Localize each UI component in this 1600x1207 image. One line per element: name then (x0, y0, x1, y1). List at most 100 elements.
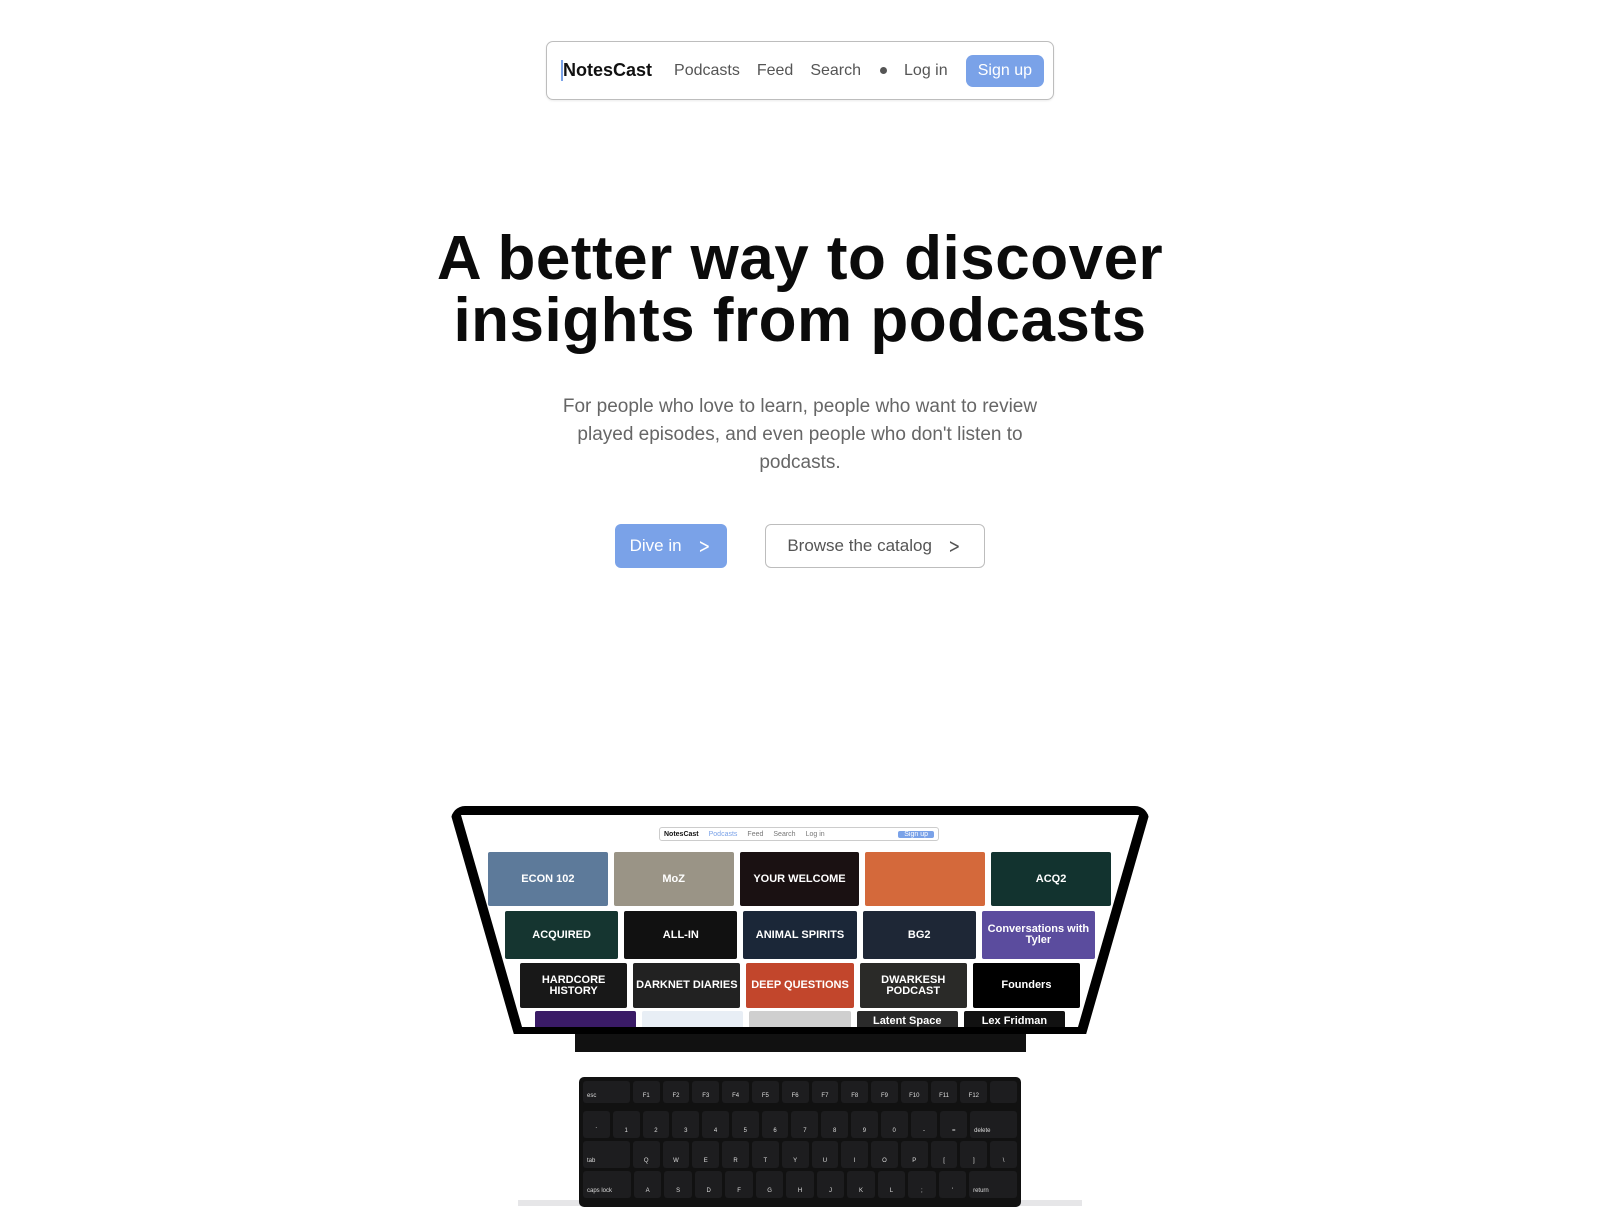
podcast-tile: Founders (972, 963, 1081, 1008)
hero-title-line2: insights from podcasts (453, 286, 1147, 355)
keyboard-key: return (969, 1171, 1018, 1198)
keyboard-key: F8 (841, 1081, 869, 1103)
keyboard-key: 7 (791, 1111, 819, 1138)
keyboard-key: 4 (702, 1111, 729, 1138)
keyboard-key (990, 1081, 1017, 1103)
keyboard-key: \ (990, 1141, 1017, 1168)
keyboard-key: F5 (751, 1081, 779, 1103)
keyboard-key: F10 (900, 1081, 928, 1103)
keyboard-key: 5 (731, 1111, 759, 1138)
keyboard-key: - (910, 1111, 938, 1138)
podcast-tile: BG2 (862, 911, 976, 959)
logo[interactable]: NotesCast (561, 60, 652, 81)
nav-search[interactable]: Search (810, 62, 861, 80)
dive-in-label: Dive in (629, 536, 682, 555)
mini-nav-login: Log in (805, 830, 825, 838)
mini-nav-podcasts: Podcasts (708, 830, 738, 838)
mini-signup: Sign up (898, 830, 934, 838)
keyboard-row: ` 1 2 3 4 5 6 7 8 9 0- = delete (583, 1111, 1017, 1138)
keyboard-key: S (664, 1171, 692, 1198)
keyboard-key: ` (583, 1111, 610, 1138)
keyboard-key: A (633, 1171, 662, 1198)
keyboard-key: F9 (871, 1081, 898, 1103)
signup-button[interactable]: Sign up (965, 54, 1044, 87)
podcast-tile: ANIMAL SPIRITS (743, 911, 857, 959)
keyboard-key: ] (960, 1141, 988, 1168)
dive-in-button[interactable]: Dive in > (615, 524, 727, 568)
keyboard-key: delete (970, 1111, 1017, 1138)
podcast-tile: Latent Space (856, 1011, 958, 1027)
keyboard-key: K (847, 1171, 875, 1198)
podcast-tile: DEEP QUESTIONS (746, 963, 854, 1008)
podcast-row: HARDCORE HISTORY DARKNET DIARIES DEEP QUES… (520, 963, 1081, 1008)
keyboard-key: U (811, 1141, 839, 1168)
keyboard-key: P (900, 1141, 928, 1168)
keyboard: esc F1 F2 F3 F4 F5 F6 F7 F8 F9 F10 F11 F12 ` 1 2 3 4 5 6 7 8 9… (579, 1077, 1021, 1207)
podcast-row: Latent Space Lex Fridman (535, 1011, 1066, 1027)
keyboard-key: F6 (781, 1081, 809, 1103)
keyboard-key: ' (938, 1171, 967, 1198)
chevron-right-icon: > (698, 534, 710, 558)
chevron-right-icon: > (948, 534, 961, 558)
podcast-tile (749, 1011, 851, 1027)
keyboard-key: Y (781, 1141, 809, 1168)
keyboard-key: 3 (672, 1111, 700, 1138)
keyboard-key: H (786, 1171, 814, 1198)
podcast-tile: ACQ2 (991, 852, 1111, 906)
podcast-tile: ALL-IN (624, 911, 738, 959)
keyboard-key: 1 (612, 1111, 640, 1138)
keyboard-key: Q (632, 1141, 660, 1168)
navbar: NotesCast Podcasts Feed Search Log in Si… (546, 41, 1054, 100)
keyboard-key: J (816, 1171, 845, 1198)
keyboard-key: W (662, 1141, 690, 1168)
keyboard-key: tab (583, 1141, 630, 1168)
hero-title: A better way to discover insights from po… (0, 228, 1600, 352)
mini-nav-feed: Feed (747, 830, 764, 838)
keyboard-key: F3 (692, 1081, 720, 1103)
keyboard-key: caps lock (583, 1171, 631, 1198)
podcast-row: ACQUIRED ALL-IN ANIMAL SPIRITS BG2 Conversat… (505, 911, 1096, 959)
keyboard-key: 9 (851, 1111, 878, 1138)
laptop-hinge (575, 1034, 1026, 1052)
nav-feed[interactable]: Feed (757, 62, 793, 80)
keyboard-key: = (940, 1111, 968, 1138)
podcast-tile: HARDCORE HISTORY (520, 963, 628, 1008)
keyboard-key: O (871, 1141, 898, 1168)
browse-catalog-label: Browse the catalog (787, 536, 932, 555)
nav-podcasts[interactable]: Podcasts (674, 62, 740, 80)
mini-logo: NotesCast (664, 830, 699, 838)
keyboard-key: 6 (761, 1111, 789, 1138)
keyboard-key: E (692, 1141, 720, 1168)
keyboard-key: F12 (960, 1081, 988, 1103)
keyboard-key: F (725, 1171, 753, 1198)
keyboard-key: 2 (642, 1111, 670, 1138)
keyboard-key: F7 (811, 1081, 839, 1103)
keyboard-row: tab Q W E R T Y U I O P[] \ (583, 1141, 1017, 1168)
keyboard-key: F1 (632, 1081, 660, 1103)
keyboard-key: 8 (821, 1111, 849, 1138)
keyboard-key: F11 (930, 1081, 958, 1103)
separator-dot-icon (880, 67, 888, 74)
podcast-tile: MoZ (613, 852, 734, 906)
mini-navbar: NotesCast Podcasts Feed Search Log in Si… (659, 827, 939, 841)
hero-subtitle: For people who love to learn, people who… (562, 396, 1038, 473)
keyboard-key: ; (908, 1171, 936, 1198)
podcast-tile: DARKNET DIARIES (633, 963, 741, 1008)
podcast-tile (642, 1011, 744, 1027)
login-link[interactable]: Log in (904, 62, 948, 80)
podcast-tile (535, 1011, 637, 1027)
podcast-tile: DWARKESH PODCAST (859, 963, 967, 1008)
keyboard-key: R (722, 1141, 749, 1168)
browse-catalog-button[interactable]: Browse the catalog > (765, 524, 985, 568)
keyboard-key: T (751, 1141, 779, 1168)
podcast-row: ECON 102 MoZ YOUR WELCOME ACQ2 (488, 852, 1111, 906)
podcast-tile: YOUR WELCOME (739, 852, 860, 906)
hero-title-line1: A better way to discover (436, 224, 1164, 293)
keyboard-key: F2 (662, 1081, 690, 1103)
keyboard-key: D (694, 1171, 723, 1198)
podcast-tile: ACQUIRED (505, 911, 619, 959)
keyboard-key: [ (930, 1141, 958, 1168)
podcast-tile: Conversations with Tyler (981, 911, 1096, 959)
keyboard-key: I (841, 1141, 869, 1168)
keyboard-key: 0 (880, 1111, 908, 1138)
